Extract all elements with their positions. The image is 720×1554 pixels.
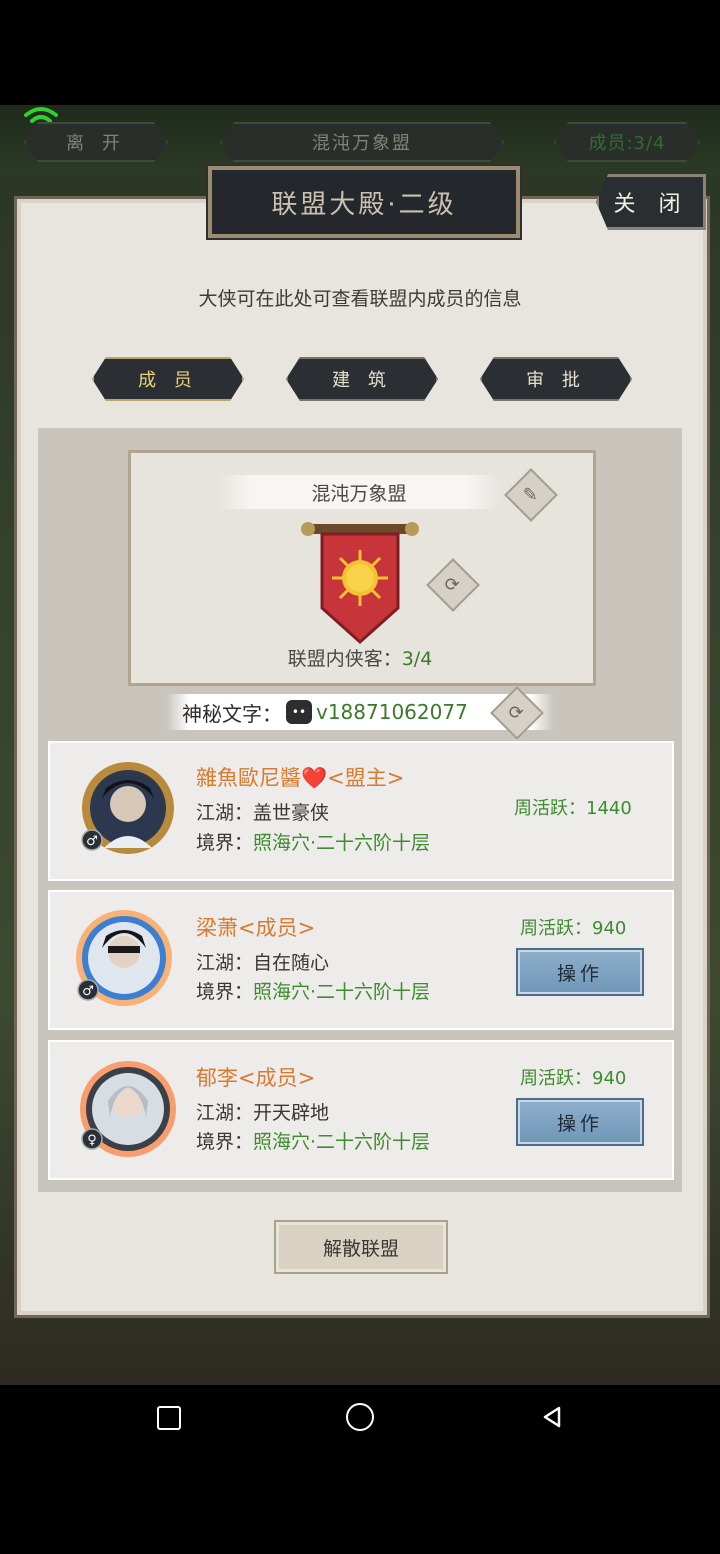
tab-members[interactable]: 成 员 bbox=[92, 357, 244, 401]
guild-banner-icon bbox=[301, 522, 419, 645]
members-count-header: 成员:3/4 bbox=[554, 122, 700, 162]
guild-count-label: 联盟内侠客： bbox=[287, 648, 402, 670]
tab-buildings[interactable]: 建 筑 bbox=[286, 357, 438, 401]
svg-text:♂: ♂ bbox=[86, 834, 98, 849]
svg-text:♀: ♀ bbox=[87, 1133, 97, 1148]
wechat-icon: •• bbox=[286, 700, 312, 724]
secret-value: v18871062077 bbox=[316, 700, 468, 724]
realm-value: 照海穴·二十六阶十层 bbox=[253, 981, 431, 1003]
realm-label: 境界： bbox=[196, 981, 254, 1003]
member-avatar: ♂ bbox=[81, 762, 174, 854]
realm-value: 照海穴·二十六阶十层 bbox=[253, 832, 431, 854]
member-jianghu: 江湖：自在随心 bbox=[196, 952, 330, 974]
member-avatar: ♂ bbox=[76, 910, 172, 1006]
recent-apps-icon[interactable] bbox=[157, 1406, 181, 1430]
back-icon[interactable] bbox=[540, 1405, 564, 1429]
member-jianghu: 江湖：开天辟地 bbox=[196, 1102, 330, 1124]
member-realm: 境界：照海穴·二十六阶十层 bbox=[196, 977, 430, 1004]
member-activity: 周活跃：1440 bbox=[514, 798, 632, 819]
member-name: 雜魚歐尼醬❤️<盟主> bbox=[196, 766, 405, 790]
realm-label: 境界： bbox=[196, 1131, 254, 1153]
guild-member-count: 联盟内侠客：3/4 bbox=[0, 644, 720, 671]
disband-alliance-button[interactable]: 解散联盟 bbox=[274, 1220, 448, 1274]
guild-count-value: 3/4 bbox=[401, 648, 433, 670]
member-name: 梁萧<成员> bbox=[196, 916, 316, 940]
member-realm: 境界：照海穴·二十六阶十层 bbox=[196, 1127, 430, 1154]
refresh-icon: ⟳ bbox=[445, 574, 461, 596]
panel-title: 联盟大殿·二级 bbox=[208, 166, 520, 238]
member-operation-button[interactable]: 操作 bbox=[516, 1098, 644, 1146]
close-button[interactable]: 关 闭 bbox=[596, 174, 706, 230]
member-realm: 境界：照海穴·二十六阶十层 bbox=[196, 828, 430, 855]
member-name: 郁李<成员> bbox=[196, 1066, 316, 1090]
alliance-name-header: 混沌万象盟 bbox=[220, 122, 504, 162]
realm-label: 境界： bbox=[196, 832, 254, 854]
guild-name: 混沌万象盟 bbox=[218, 475, 500, 509]
secret-label: 神秘文字： bbox=[182, 701, 282, 726]
tab-approval[interactable]: 审 批 bbox=[480, 357, 632, 401]
home-icon[interactable] bbox=[346, 1403, 374, 1431]
member-jianghu: 江湖：盖世豪侠 bbox=[196, 802, 330, 824]
svg-text:♂: ♂ bbox=[82, 984, 94, 999]
refresh-icon: ⟳ bbox=[509, 702, 525, 724]
member-activity: 周活跃：940 bbox=[520, 1068, 627, 1089]
edit-icon: ✎ bbox=[523, 484, 539, 506]
panel-description: 大侠可在此处可查看联盟内成员的信息 bbox=[198, 288, 522, 310]
leave-button[interactable]: 离 开 bbox=[24, 122, 168, 162]
member-activity: 周活跃：940 bbox=[520, 918, 627, 939]
realm-value: 照海穴·二十六阶十层 bbox=[253, 1131, 431, 1153]
member-avatar: ♀ bbox=[80, 1061, 176, 1157]
member-operation-button[interactable]: 操作 bbox=[516, 948, 644, 996]
